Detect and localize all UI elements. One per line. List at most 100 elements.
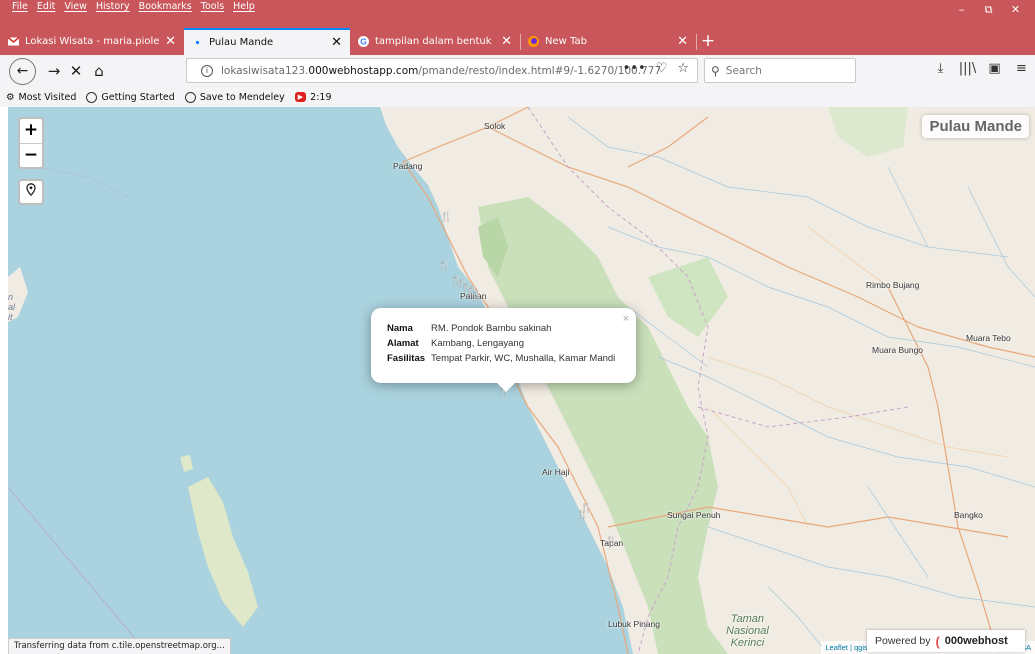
page-actions-icon[interactable]: ••• [623, 61, 646, 76]
bookmark-youtube[interactable]: ▶ 2:19 [294, 92, 332, 103]
tab-close-icon[interactable]: ✕ [165, 34, 176, 49]
globe-icon [86, 91, 98, 103]
place-rimbo-bujang: Rimbo Bujang [866, 280, 920, 290]
bookmark-label: Most Visited [18, 91, 77, 103]
new-tab-button[interactable]: + [696, 29, 720, 53]
restaurant-marker-icon[interactable]: 🍴 [605, 537, 617, 547]
place-air-haji: Air Haji [542, 467, 570, 477]
tab-google-search[interactable]: G tampilan dalam bentuk web - ✕ [350, 28, 520, 55]
restaurant-marker-icon[interactable]: 🍴 [580, 504, 592, 514]
gear-icon: ⚙ [6, 91, 15, 103]
tab-close-icon[interactable]: ✕ [677, 34, 688, 49]
pocket-icon[interactable]: ♡ [656, 61, 668, 76]
popup-value: RM. Pondok Bambu sakinah [431, 323, 552, 334]
url-prefix: lokasiwisata123. [221, 64, 309, 77]
zoom-control: + − [18, 117, 44, 169]
park-label: Taman Nasional Kerinci [726, 613, 769, 649]
left-edge-labels: n al it [8, 292, 15, 322]
tab-label: New Tab [545, 36, 587, 47]
restaurant-marker-icon[interactable]: 🍴 [438, 262, 450, 272]
tab-label: Lokasi Wisata - maria.piolenta [25, 36, 160, 47]
url-domain: 000webhostapp.com [308, 64, 419, 77]
tab-label: tampilan dalam bentuk web - [375, 36, 495, 47]
menu-bookmarks[interactable]: Bookmarks [139, 1, 192, 12]
menu-help[interactable]: Help [233, 1, 255, 12]
home-button[interactable]: ⌂ [87, 59, 111, 83]
magnifier-icon: ⚲ [711, 63, 720, 78]
info-popup: × Nama RM. Pondok Bambu sakinah Alamat K… [371, 308, 636, 392]
bookmark-getting-started[interactable]: Getting Started [86, 91, 175, 103]
restaurant-marker-icon[interactable]: 🍴 [470, 292, 482, 302]
firefox-icon [528, 36, 539, 47]
bookmark-label: Getting Started [101, 91, 175, 103]
downloads-icon[interactable]: ⤓ [927, 61, 954, 81]
bookmarks-toolbar: ⚙ Most Visited Getting Started Save to M… [0, 87, 1035, 107]
map-title: Pulau Mande [922, 115, 1029, 138]
restaurant-marker-icon[interactable]: 🍴 [440, 213, 452, 223]
window-controls: – ⧉ ✕ [948, 0, 1029, 22]
gmail-icon [7, 36, 20, 47]
info-icon[interactable]: i [201, 64, 213, 77]
place-muara-bungo: Muara Bungo [872, 345, 924, 355]
popup-table: Nama RM. Pondok Bambu sakinah Alamat Kam… [387, 321, 615, 366]
map-view[interactable]: Solok Padang Painan Air Haji Sungai Penu… [8, 107, 1035, 654]
zoom-out-button[interactable]: − [20, 143, 42, 167]
close-window-button[interactable]: ✕ [1002, 0, 1029, 22]
tab-bar: Lokasi Wisata - maria.piolenta ✕ Pulau M… [0, 24, 1035, 55]
menu-list: File Edit View History Bookmarks Tools H… [0, 0, 255, 12]
place-lubuk-pinang: Lubuk Pinang [608, 619, 660, 629]
zoom-in-button[interactable]: + [20, 119, 42, 143]
hamburger-menu-icon[interactable]: ≡ [1008, 61, 1035, 81]
menu-history[interactable]: History [96, 1, 130, 12]
tab-label: Pulau Mande [209, 37, 274, 48]
popup-close-button[interactable]: × [623, 313, 629, 325]
tab-pulau-mande[interactable]: Pulau Mande ✕ [184, 28, 350, 55]
powered-by-badge[interactable]: Powered by ( 000webhost [867, 630, 1025, 652]
menu-tools[interactable]: Tools [201, 1, 224, 12]
tab-lokasi-wisata[interactable]: Lokasi Wisata - maria.piolenta ✕ [0, 28, 184, 55]
svg-text:G: G [360, 37, 367, 47]
bookmark-save-to-mendeley[interactable]: Save to Mendeley [184, 91, 285, 103]
place-solok: Solok [484, 121, 506, 131]
url-bar[interactable]: i lokasiwisata123. 000webhostapp.com/pman… [186, 58, 698, 83]
popup-row: Alamat Kambang, Lengayang [387, 336, 615, 351]
left-edge-label: n [8, 292, 14, 302]
toolbar-icons: ⤓ |||\ ▣ ≡ [927, 61, 1035, 81]
menu-edit[interactable]: Edit [37, 1, 55, 12]
search-input[interactable]: ⚲ Search [704, 58, 856, 83]
webhost-logo-icon: ( [935, 633, 940, 649]
tab-new-tab[interactable]: New Tab ✕ [520, 28, 696, 55]
url-actions: ••• ♡ ☆ [623, 61, 689, 76]
forward-button[interactable]: → [42, 59, 66, 83]
left-edge-label: al [8, 302, 16, 312]
search-placeholder: Search [725, 64, 762, 77]
left-edge-label: it [8, 312, 13, 322]
tab-close-icon[interactable]: ✕ [501, 34, 512, 49]
restore-button[interactable]: ⧉ [975, 0, 1002, 22]
location-pin-icon [26, 183, 36, 197]
google-icon: G [358, 36, 369, 47]
library-icon[interactable]: |||\ [954, 61, 981, 81]
sidebar-icon[interactable]: ▣ [981, 61, 1008, 81]
place-sungai-penuh: Sungai Penuh [667, 510, 721, 520]
locate-button[interactable] [18, 179, 44, 205]
minimize-button[interactable]: – [948, 0, 975, 22]
place-bangko: Bangko [954, 510, 983, 520]
powered-by-brand: 000webhost [944, 635, 1008, 647]
park-label-line: Taman [730, 613, 765, 625]
place-muara-tebo: Muara Tebo [966, 333, 1011, 343]
park-label-line: Kerinci [730, 637, 765, 649]
stop-button[interactable]: ✕ [64, 59, 88, 83]
loading-dot-icon [192, 37, 203, 48]
back-button[interactable]: ← [9, 58, 36, 85]
menu-file[interactable]: File [12, 1, 28, 12]
bookmark-star-icon[interactable]: ☆ [677, 61, 689, 76]
popup-key: Fasilitas [387, 353, 426, 364]
bookmark-most-visited[interactable]: ⚙ Most Visited [6, 92, 76, 103]
globe-icon [184, 91, 196, 103]
powered-by-label: Powered by [875, 635, 931, 647]
tab-close-icon[interactable]: ✕ [331, 35, 342, 50]
popup-row: Nama RM. Pondok Bambu sakinah [387, 321, 615, 336]
menu-view[interactable]: View [64, 1, 87, 12]
popup-key: Alamat [387, 338, 419, 349]
